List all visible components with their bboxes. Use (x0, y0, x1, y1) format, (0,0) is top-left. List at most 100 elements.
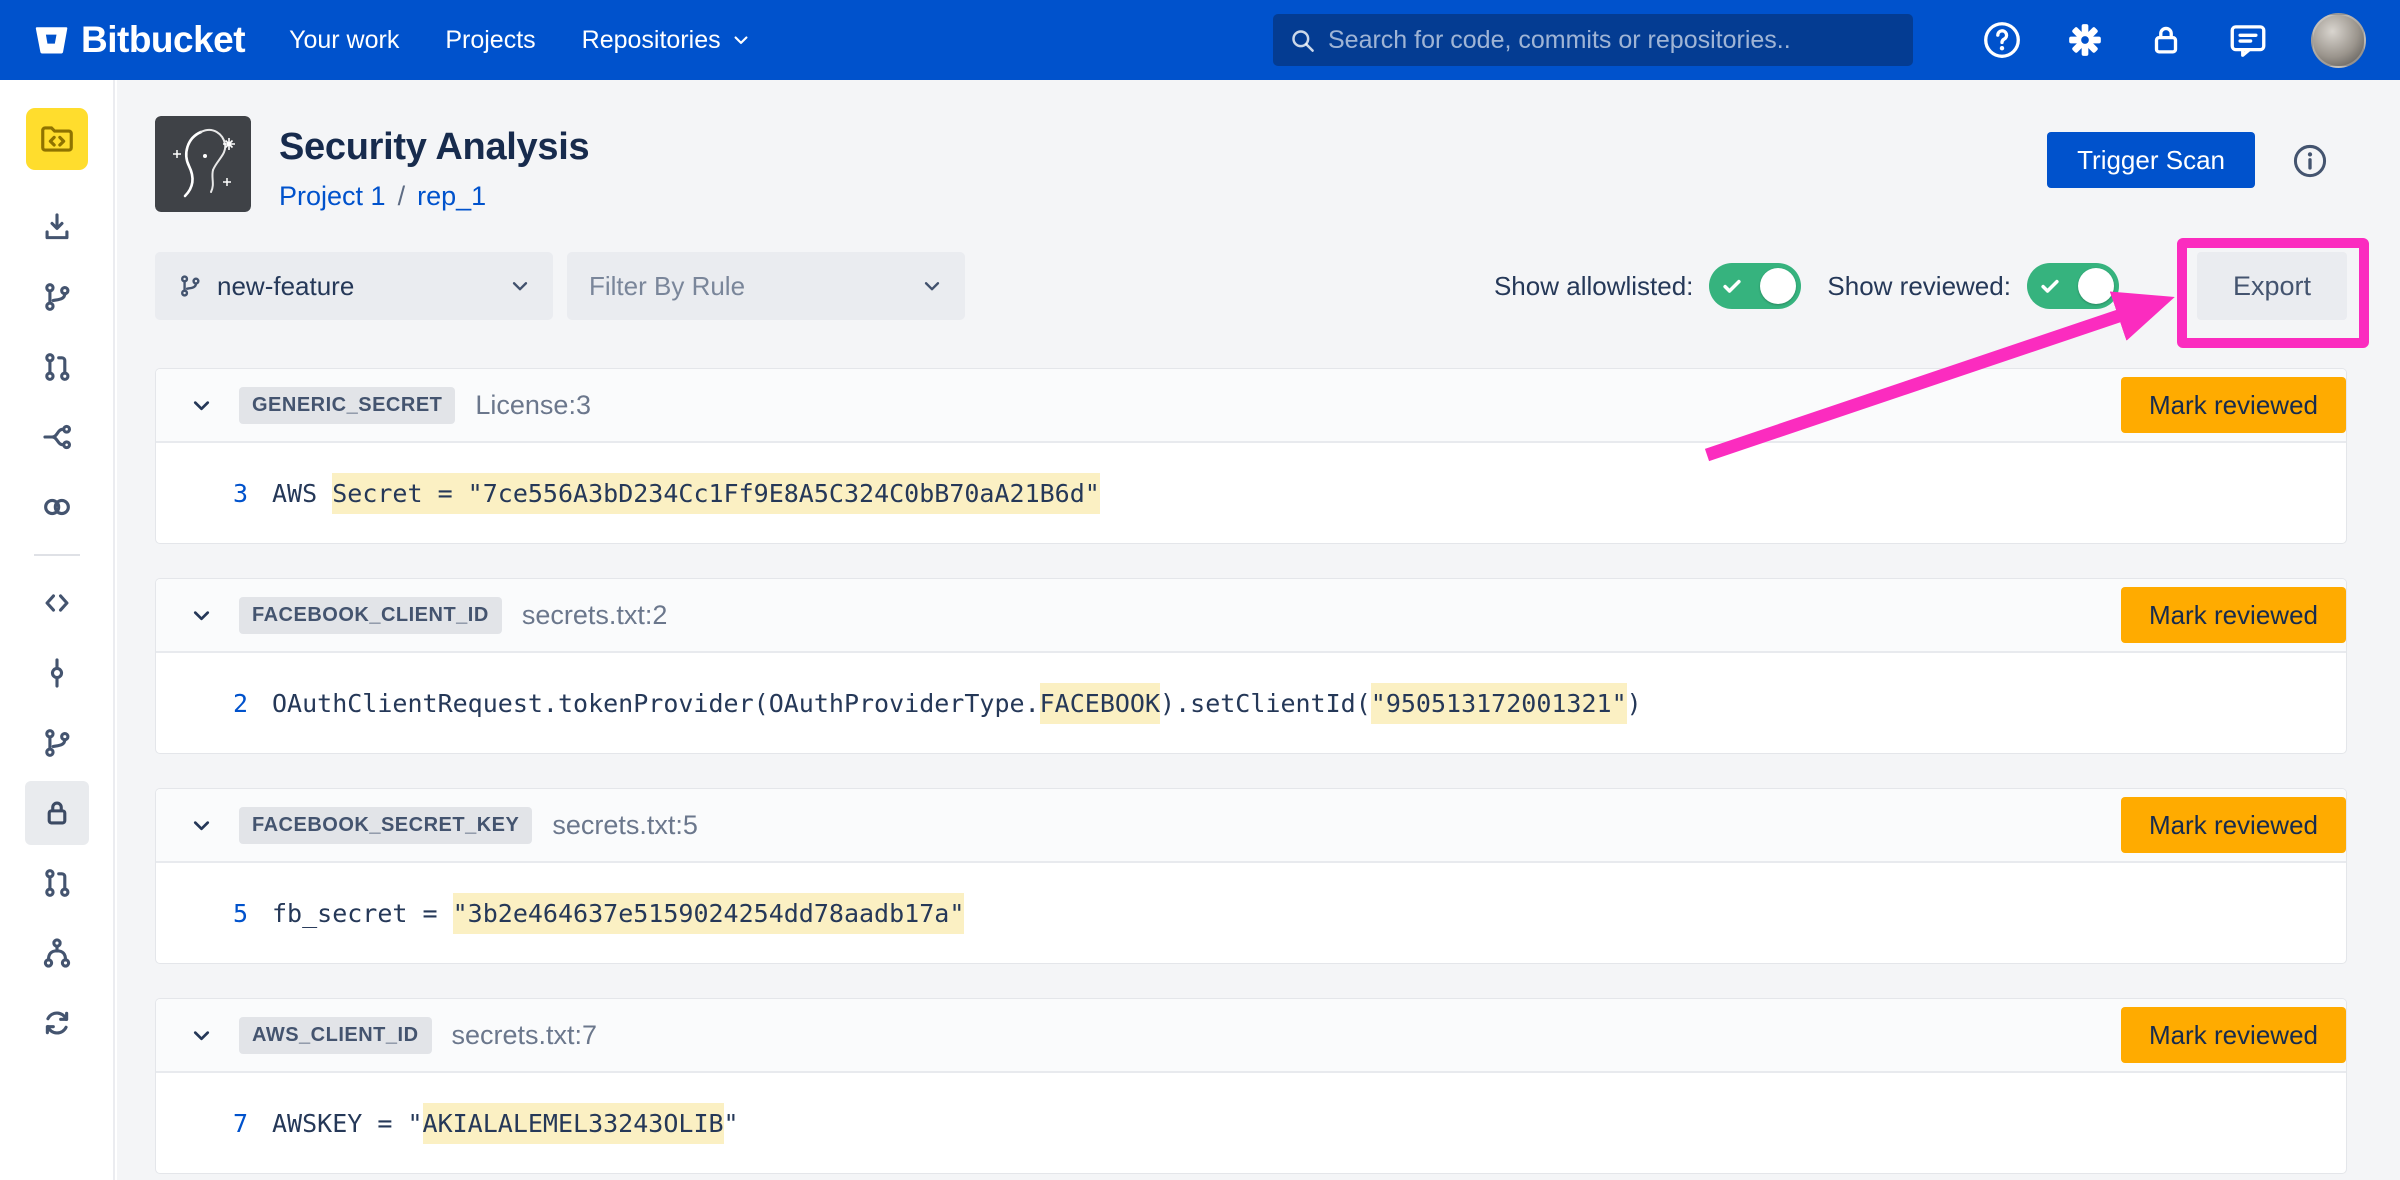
sidebar-item-checkout[interactable] (25, 192, 89, 262)
finding-code-row: 5fb_secret = "3b2e464637e5159024254dd78a… (156, 863, 2346, 963)
mark-reviewed-button[interactable]: Mark reviewed (2121, 1007, 2346, 1063)
sidebar-item-forks[interactable] (25, 918, 89, 988)
source-code-icon (40, 586, 74, 620)
chevron-down-icon[interactable] (190, 394, 213, 417)
user-avatar[interactable] (2311, 13, 2366, 68)
navbar-icon-group (1981, 13, 2366, 68)
code-line-number: 2 (196, 689, 248, 718)
rule-badge: AWS_CLIENT_ID (239, 1017, 432, 1054)
findings-list: GENERIC_SECRETLicense:3Mark reviewed3AWS… (155, 368, 2347, 1174)
repo-avatar-tile[interactable] (26, 108, 88, 170)
nav-your-work[interactable]: Your work (289, 26, 399, 55)
toggle-knob (2078, 268, 2114, 304)
rule-filter-select[interactable]: Filter By Rule (567, 252, 965, 320)
feedback-icon[interactable] (2227, 19, 2269, 61)
sidebar-item-commits[interactable] (25, 638, 89, 708)
sidebar-item-source[interactable] (25, 568, 89, 638)
breadcrumb: Project 1 / rep_1 (279, 181, 589, 212)
sidebar-item-sync[interactable] (25, 988, 89, 1058)
code-text: fb_secret = (272, 899, 453, 928)
deployments-rings-icon (40, 490, 74, 524)
code-line: AWS Secret = "7ce556A3bD234Cc1Ff9E8A5C32… (272, 479, 1100, 508)
breadcrumb-repo-link[interactable]: rep_1 (417, 181, 486, 212)
show-allowlisted-label: Show allowlisted: (1494, 271, 1693, 302)
code-text: OAuthClientRequest.tokenProvider(OAuthPr… (272, 689, 1040, 718)
breadcrumb-separator: / (398, 181, 406, 212)
finding-header: FACEBOOK_SECRET_KEY secrets.txt:5 Mark rev… (156, 789, 2346, 863)
sidebar-divider (34, 554, 80, 556)
lock-icon[interactable] (2147, 21, 2185, 59)
finding-header: GENERIC_SECRETLicense:3Mark reviewed (156, 369, 2346, 443)
main-content: Security Analysis Project 1 / rep_1 Trig… (117, 80, 2400, 1180)
mark-reviewed-button[interactable]: Mark reviewed (2121, 587, 2346, 643)
rule-badge: FACEBOOK_SECRET_KEY (239, 807, 532, 844)
chevron-down-icon[interactable] (190, 604, 213, 627)
code-text: AWS (272, 479, 332, 508)
checkout-download-icon (40, 210, 74, 244)
show-reviewed-toggle[interactable] (2027, 263, 2119, 309)
pull-request-icon (40, 350, 74, 384)
finding-location: License:3 (475, 390, 591, 421)
branch-select[interactable]: new-feature (155, 252, 553, 320)
branch-select-value: new-feature (217, 271, 495, 302)
bitbucket-logo[interactable]: Bitbucket (34, 19, 245, 61)
nav-repositories[interactable]: Repositories (582, 26, 751, 55)
brand-name: Bitbucket (81, 19, 245, 61)
security-lock-icon (40, 796, 74, 830)
finding-card: AWS_CLIENT_ID secrets.txt:7 Mark reviewed 7… (155, 998, 2347, 1174)
fork-icon (40, 936, 74, 970)
export-button[interactable]: Export (2197, 252, 2347, 320)
code-line: OAuthClientRequest.tokenProvider(OAuthPr… (272, 689, 1642, 718)
global-search[interactable] (1273, 14, 1913, 66)
secret-highlight: "3b2e464637e5159024254dd78aadb17a" (453, 893, 965, 934)
mark-reviewed-button[interactable]: Mark reviewed (2121, 797, 2346, 853)
secret-highlight: "950513172001321" (1371, 683, 1627, 724)
check-icon (2040, 276, 2060, 301)
finding-location: secrets.txt:7 (452, 1020, 598, 1051)
commits-icon (40, 656, 74, 690)
nav-projects[interactable]: Projects (445, 26, 535, 55)
sidebar-item-security[interactable] (25, 781, 89, 845)
code-text: " (724, 1109, 739, 1138)
info-icon[interactable] (2291, 142, 2329, 180)
chevron-down-icon[interactable] (190, 814, 213, 837)
export-area: Export (2197, 252, 2347, 320)
show-allowlisted-toggle[interactable] (1709, 263, 1801, 309)
finding-header: FACEBOOK_CLIENT_IDsecrets.txt:2Mark revi… (156, 579, 2346, 653)
help-icon[interactable] (1981, 19, 2023, 61)
pull-request-icon (40, 866, 74, 900)
finding-card: FACEBOOK_CLIENT_IDsecrets.txt:2Mark revi… (155, 578, 2347, 754)
toggle-knob (1760, 268, 1796, 304)
page-header: Security Analysis Project 1 / rep_1 Trig… (155, 116, 2347, 212)
branch-icon (177, 273, 203, 299)
sync-refresh-icon (40, 1006, 74, 1040)
mark-reviewed-button[interactable]: Mark reviewed (2121, 377, 2346, 433)
nav-repositories-label: Repositories (582, 26, 721, 55)
code-line-number: 7 (196, 1109, 248, 1138)
chevron-down-icon (731, 30, 751, 50)
sidebar-item-pipelines[interactable] (25, 402, 89, 472)
sidebar-item-pull-requests[interactable] (25, 332, 89, 402)
sidebar-item-branches[interactable] (25, 262, 89, 332)
secret-highlight: AKIALALEMEL33243OLIB (423, 1103, 724, 1144)
left-sidebar (0, 80, 115, 1180)
finding-header: AWS_CLIENT_ID secrets.txt:7 Mark reviewed (156, 999, 2346, 1073)
page-title: Security Analysis (279, 126, 589, 169)
secret-highlight: Secret = "7ce556A3bD234Cc1Ff9E8A5C324C0b… (332, 473, 1100, 514)
finding-location: secrets.txt:5 (552, 810, 698, 841)
sidebar-item-deployments[interactable] (25, 472, 89, 542)
trigger-scan-button[interactable]: Trigger Scan (2047, 132, 2255, 188)
finding-location: secrets.txt:2 (522, 600, 668, 631)
toolbar-right: Show allowlisted: Show reviewed: (1494, 252, 2347, 320)
repo-folder-code-icon (38, 120, 76, 158)
breadcrumb-project-link[interactable]: Project 1 (279, 181, 386, 212)
secret-highlight: FACEBOOK (1040, 683, 1160, 724)
chevron-down-icon[interactable] (190, 1024, 213, 1047)
sidebar-item-branches-2[interactable] (25, 708, 89, 778)
search-input[interactable] (1328, 26, 1897, 55)
sidebar-item-pull-requests-2[interactable] (25, 848, 89, 918)
pipelines-icon (40, 420, 74, 454)
code-text: ) (1627, 689, 1642, 718)
show-reviewed-label: Show reviewed: (1827, 271, 2011, 302)
settings-gear-icon[interactable] (2065, 20, 2105, 60)
